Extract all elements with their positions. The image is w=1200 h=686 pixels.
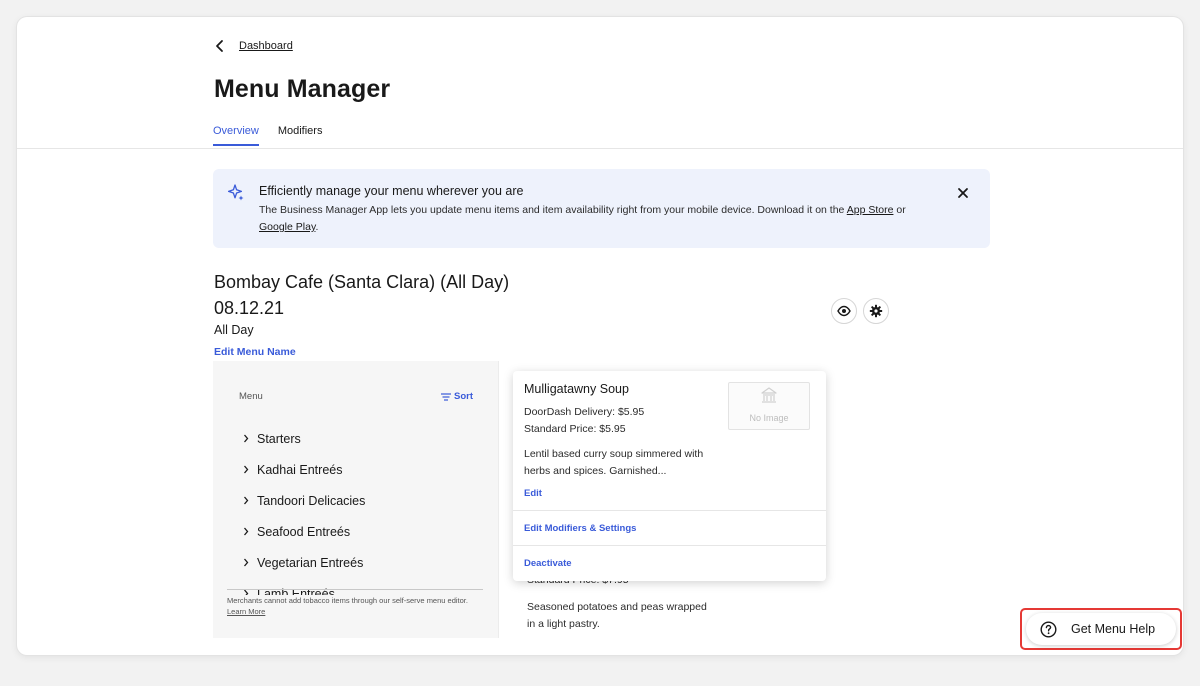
category-item[interactable]: Starters (243, 423, 365, 454)
back-navigation[interactable]: Dashboard (215, 39, 293, 53)
category-item[interactable]: Seafood Entreés (243, 516, 365, 547)
banner-text-part: The Business Manager App lets you update… (259, 204, 847, 216)
category-panel-header: Menu (239, 391, 263, 402)
eye-icon (837, 305, 851, 317)
category-item[interactable]: Tandoori Delicacies (243, 485, 365, 516)
preview-button[interactable] (831, 298, 857, 324)
sort-button[interactable]: Sort (441, 391, 473, 402)
edit-modifiers-link[interactable]: Edit Modifiers & Settings (524, 523, 636, 534)
category-label: Seafood Entreés (257, 524, 351, 539)
page-content: Dashboard Menu Manager Overview Modifier… (17, 17, 1183, 655)
app-store-link[interactable]: App Store (847, 204, 894, 216)
edit-menu-name-link[interactable]: Edit Menu Name (214, 346, 296, 358)
dashboard-link[interactable]: Dashboard (239, 40, 293, 52)
tobacco-notice-text: Merchants cannot add tobacco items throu… (227, 596, 468, 605)
category-label: Starters (257, 431, 301, 446)
item-description: Lentil based curry soup simmered with he… (524, 448, 704, 477)
card-divider (513, 510, 826, 511)
category-item[interactable]: Kadhai Entreés (243, 454, 365, 485)
question-icon (1040, 620, 1057, 638)
google-play-link[interactable]: Google Play (259, 221, 315, 233)
category-panel: Menu Sort Starters Kadhai Entreés Tandoo… (213, 361, 498, 638)
banner-text-part: or (893, 204, 906, 216)
tabs-divider (17, 148, 1183, 149)
help-label: Get Menu Help (1071, 622, 1156, 636)
menu-hours: All Day (214, 323, 254, 337)
gear-icon (869, 304, 883, 318)
category-label: Vegetarian Entreés (257, 555, 364, 570)
app-window: Dashboard Menu Manager Overview Modifier… (17, 17, 1183, 655)
tobacco-notice: Merchants cannot add tobacco items throu… (227, 595, 483, 629)
tab-overview[interactable]: Overview (213, 125, 259, 146)
learn-more-link[interactable]: Learn More (227, 607, 265, 616)
sparkle-icon (227, 184, 244, 201)
card-divider (513, 545, 826, 546)
item-image-placeholder[interactable]: No Image (728, 382, 810, 430)
app-promo-banner: Efficiently manage your menu wherever yo… (213, 169, 990, 248)
category-item[interactable]: Vegetarian Entreés (243, 547, 365, 578)
storefront-icon (761, 387, 777, 403)
chevron-right-icon (244, 434, 249, 443)
chevron-right-icon (244, 496, 249, 505)
get-menu-help-button[interactable]: Get Menu Help (1026, 613, 1176, 645)
item-name: Mulligatawny Soup (524, 382, 629, 396)
page-title: Menu Manager (214, 75, 391, 103)
chevron-right-icon (244, 465, 249, 474)
settings-button[interactable] (863, 298, 889, 324)
chevron-right-icon (244, 558, 249, 567)
banner-text-part: . (315, 221, 319, 233)
no-image-label: No Image (749, 413, 789, 423)
menu-date: 08.12.21 (214, 298, 285, 318)
menu-name: Bombay Cafe (Santa Clara) (All Day) (214, 272, 510, 292)
sort-label: Sort (454, 391, 473, 402)
category-label: Kadhai Entreés (257, 462, 343, 477)
item-standard-price: Standard Price: $5.95 (524, 423, 626, 435)
chevron-left-icon[interactable] (215, 39, 225, 53)
tab-bar: Overview Modifiers (213, 125, 322, 146)
chevron-right-icon (244, 527, 249, 536)
close-icon[interactable] (956, 186, 970, 200)
sort-icon (441, 392, 451, 401)
category-list: Starters Kadhai Entreés Tandoori Delicac… (243, 423, 365, 609)
tab-modifiers[interactable]: Modifiers (278, 125, 323, 146)
category-panel-divider (227, 589, 483, 590)
item-popover-card: Mulligatawny Soup DoorDash Delivery: $5.… (513, 371, 826, 581)
banner-title: Efficiently manage your menu wherever yo… (259, 184, 524, 198)
deactivate-link[interactable]: Deactivate (524, 558, 572, 569)
category-label: Tandoori Delicacies (257, 493, 366, 508)
edit-item-link[interactable]: Edit (524, 488, 542, 499)
item-doordash-price: DoorDash Delivery: $5.95 (524, 406, 645, 418)
item-description: Seasoned potatoes and peas wrapped in a … (527, 601, 707, 630)
banner-text: The Business Manager App lets you update… (259, 202, 939, 236)
